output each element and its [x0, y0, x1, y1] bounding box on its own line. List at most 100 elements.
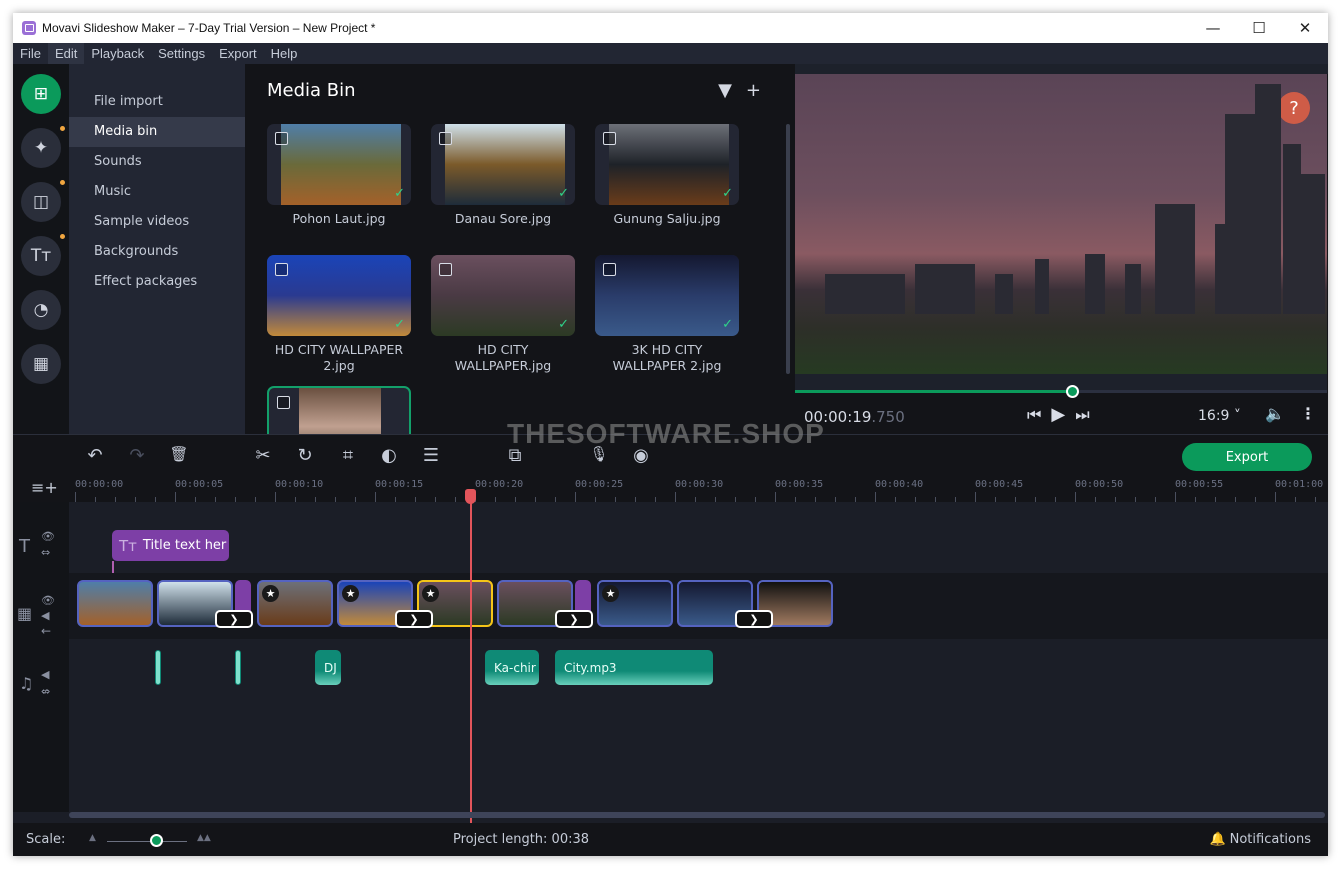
aspect-ratio-select[interactable]: 16:9 ˅: [1198, 408, 1241, 424]
stickers-icon: ◔: [33, 300, 49, 320]
playback-progress-fill: [795, 390, 1072, 393]
audio-clip[interactable]: Ka-chir: [485, 650, 539, 685]
eye-icon[interactable]: 👁: [41, 530, 55, 543]
add-media-icon[interactable]: +: [746, 80, 761, 101]
eye-icon[interactable]: 👁: [41, 594, 55, 607]
status-bar: Scale: ▲ ▲▲ Project length: 00:38 🔔 Notif…: [13, 823, 1328, 856]
skyline-building: [1035, 259, 1049, 314]
menu-edit[interactable]: Edit: [47, 43, 85, 64]
music-track-icon: ♫: [19, 674, 34, 693]
playback-progress-handle[interactable]: [1065, 385, 1079, 398]
transition-badge[interactable]: ❯: [215, 610, 253, 628]
media-item[interactable]: ✓ Pohon Laut.jpg: [267, 124, 411, 227]
volume-icon[interactable]: ◀: [41, 668, 49, 681]
maximize-button[interactable]: ☐: [1236, 13, 1282, 43]
more-tools-button[interactable]: ▦: [21, 344, 61, 384]
add-track-icon[interactable]: ≡+: [31, 478, 58, 497]
play-icon[interactable]: ▶: [1051, 404, 1065, 425]
timeline-ruler[interactable]: ≡+ 00:00:00 00:00:05 00:00:10 00:00:15 00:00…: [13, 478, 1328, 502]
transition-badge[interactable]: ❯: [395, 610, 433, 628]
next-frame-icon[interactable]: ⏭: [1075, 405, 1089, 425]
import-button[interactable]: ⊞: [21, 74, 61, 114]
close-button[interactable]: ✕: [1282, 13, 1328, 43]
scale-slider[interactable]: [107, 841, 187, 842]
media-item[interactable]: ✓ Gunung Salju.jpg: [595, 124, 739, 227]
media-item-name: HD CITY WALLPAPER 2.jpg: [274, 342, 404, 373]
media-bin-scrollbar[interactable]: [786, 124, 790, 374]
timeline-scrollbar[interactable]: [69, 812, 1325, 818]
audio-clip[interactable]: [235, 650, 241, 685]
transition-badge[interactable]: ❯: [555, 610, 593, 628]
media-item[interactable]: ✓ 3K HD CITY WALLPAPER 2.jpg: [595, 255, 739, 374]
magic-wand-button[interactable]: ✦: [21, 126, 65, 168]
delete-icon[interactable]: 🗑: [167, 445, 191, 463]
tick-mark: [1275, 492, 1276, 502]
playhead-handle[interactable]: [465, 489, 476, 504]
more-options-icon[interactable]: ⋮: [1300, 404, 1316, 423]
nav-item-backgrounds[interactable]: Backgrounds: [69, 237, 245, 267]
transitions-icon: ◫: [32, 192, 50, 212]
export-button[interactable]: Export: [1182, 443, 1312, 471]
help-button[interactable]: ?: [1278, 92, 1310, 124]
audio-clip[interactable]: DJ: [315, 650, 341, 685]
tick-label: 00:00:10: [275, 479, 324, 490]
cut-icon[interactable]: ✂: [251, 445, 275, 466]
video-clip[interactable]: ★: [257, 580, 333, 627]
nav-item-sounds[interactable]: Sounds: [69, 147, 245, 177]
link-icon[interactable]: ⇔: [41, 546, 50, 559]
nav-item-effect-packages[interactable]: Effect packages: [69, 267, 245, 297]
thumbnail-image: [267, 255, 411, 336]
rotate-icon[interactable]: ↻: [293, 445, 317, 466]
media-item[interactable]: ✓ Danau Sore.jpg: [431, 124, 575, 227]
media-item[interactable]: ✓ HD CITY WALLPAPER 2.jpg: [267, 255, 411, 374]
media-item[interactable]: [267, 386, 411, 434]
nav-item-sample-videos[interactable]: Sample videos: [69, 207, 245, 237]
titles-button[interactable]: Tт: [21, 234, 65, 276]
menu-export[interactable]: Export: [212, 43, 264, 64]
minimize-button[interactable]: —: [1190, 13, 1236, 43]
nav-item-media-bin[interactable]: Media bin: [69, 117, 245, 147]
video-clip[interactable]: [77, 580, 153, 627]
media-item-name: Danau Sore.jpg: [454, 211, 552, 226]
zoom-in-icon[interactable]: ▲▲: [197, 833, 211, 843]
menu-settings[interactable]: Settings: [151, 43, 212, 64]
nav-item-music[interactable]: Music: [69, 177, 245, 207]
title-clip[interactable]: Tт Title text her: [112, 530, 229, 561]
media-item[interactable]: ✓ HD CITY WALLPAPER.jpg: [431, 255, 575, 374]
image-type-icon: [439, 132, 452, 145]
redo-icon[interactable]: ↷: [125, 445, 149, 466]
menu-playback[interactable]: Playback: [84, 43, 151, 64]
unlink-icon[interactable]: ⇎: [41, 685, 50, 698]
transitions-button[interactable]: ◫: [21, 180, 65, 222]
media-item-name: Gunung Salju.jpg: [613, 211, 721, 226]
zoom-out-icon[interactable]: ▲: [89, 833, 96, 843]
audio-clip[interactable]: City.mp3: [555, 650, 713, 685]
undo-icon[interactable]: ↶: [83, 445, 107, 466]
playhead-line[interactable]: [470, 489, 472, 826]
previous-frame-icon[interactable]: ⏮: [1027, 405, 1041, 425]
notifications-button[interactable]: 🔔 Notifications: [1209, 832, 1311, 847]
transition-badge[interactable]: ❯: [735, 610, 773, 628]
check-icon: ✓: [722, 317, 733, 332]
arrow-left-icon[interactable]: ←: [41, 624, 51, 638]
tick-mark: [175, 492, 176, 502]
volume-icon[interactable]: ◀: [41, 609, 49, 622]
color-adjust-icon[interactable]: ◐: [377, 445, 401, 466]
scale-slider-handle[interactable]: [150, 834, 163, 847]
menu-help[interactable]: Help: [264, 43, 305, 64]
magic-wand-icon: ✦: [33, 138, 49, 158]
video-clip[interactable]: ★: [597, 580, 673, 627]
menu-file[interactable]: File: [13, 43, 48, 64]
stickers-button[interactable]: ◔: [21, 290, 61, 330]
audio-clip-label: Ka-chir: [494, 660, 536, 675]
skyline-building: [1085, 254, 1105, 314]
notification-dot: [60, 126, 65, 131]
clip-properties-icon[interactable]: ☰: [419, 445, 443, 466]
thumbnail-image: [609, 124, 729, 205]
audio-clip[interactable]: [155, 650, 161, 685]
volume-icon[interactable]: 🔈: [1265, 404, 1285, 423]
filter-icon[interactable]: ▼: [718, 80, 732, 101]
crop-icon[interactable]: ⌗: [336, 445, 360, 466]
nav-item-file-import[interactable]: File import: [69, 87, 245, 117]
tick-mark: [775, 492, 776, 502]
